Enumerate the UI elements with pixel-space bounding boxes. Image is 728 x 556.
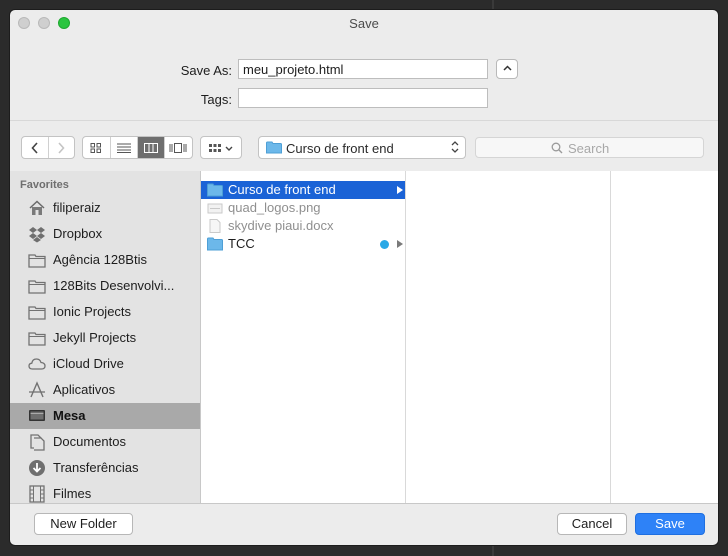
column-browser: Curso de front end quad_logos.png skydiv… bbox=[201, 171, 718, 503]
title-bar: Save bbox=[10, 10, 718, 36]
new-folder-button[interactable]: New Folder bbox=[34, 513, 133, 535]
tags-label: Tags: bbox=[200, 92, 232, 107]
save-button[interactable]: Save bbox=[635, 513, 705, 535]
coverflow-view-button[interactable] bbox=[165, 137, 192, 158]
sidebar-item-label: Dropbox bbox=[53, 226, 103, 241]
movies-icon bbox=[29, 485, 45, 503]
sidebar-item-agencia[interactable]: Agência 128Btis bbox=[10, 247, 200, 273]
chevron-left-icon bbox=[31, 141, 38, 154]
sidebar-item-label: 128Bits Desenvolvi... bbox=[53, 278, 175, 293]
dropbox-icon bbox=[29, 227, 45, 243]
folder-icon bbox=[207, 183, 223, 197]
cancel-button[interactable]: Cancel bbox=[557, 513, 627, 535]
sidebar-item-label: Mesa bbox=[53, 408, 86, 423]
bottom-separator bbox=[10, 503, 718, 504]
column-view-button[interactable] bbox=[138, 137, 165, 158]
arrange-seg bbox=[201, 137, 241, 158]
sidebar-item-label: Documentos bbox=[53, 434, 126, 449]
sidebar: Favorites filiperaiz Dropbox Agência 128… bbox=[10, 171, 201, 503]
applications-icon bbox=[29, 381, 45, 398]
list-view-button[interactable] bbox=[111, 137, 138, 158]
sidebar-item-label: Aplicativos bbox=[53, 382, 116, 397]
sidebar-item-ionic-projects[interactable]: Ionic Projects bbox=[10, 299, 200, 325]
documents-icon bbox=[30, 434, 45, 451]
file-row-curso-de-front-end[interactable]: Curso de front end bbox=[201, 181, 405, 199]
arrange-icon bbox=[209, 143, 233, 152]
window-title: Save bbox=[349, 16, 379, 31]
sidebar-item-filmes[interactable]: Filmes bbox=[10, 481, 200, 503]
folder-icon bbox=[266, 141, 282, 154]
desktop-icon bbox=[29, 410, 45, 421]
back-button[interactable] bbox=[22, 137, 49, 158]
sidebar-item-label: Transferências bbox=[53, 460, 139, 475]
column-divider bbox=[405, 171, 406, 503]
chevron-up-icon bbox=[503, 65, 512, 71]
sidebar-item-128bits[interactable]: 128Bits Desenvolvi... bbox=[10, 273, 200, 299]
sidebar-item-icloud-drive[interactable]: iCloud Drive bbox=[10, 351, 200, 377]
sidebar-item-label: Filmes bbox=[53, 486, 92, 501]
home-icon bbox=[29, 200, 45, 215]
search-icon bbox=[551, 142, 563, 154]
file-name: quad_logos.png bbox=[228, 200, 321, 215]
file-row-skydive-piaui[interactable]: skydive piaui.docx bbox=[201, 217, 405, 235]
list-icon bbox=[116, 143, 131, 153]
sidebar-item-label: iCloud Drive bbox=[53, 356, 124, 371]
file-name: TCC bbox=[228, 236, 255, 251]
view-mode-selector bbox=[82, 136, 193, 159]
sidebar-item-label: Ionic Projects bbox=[53, 304, 132, 319]
document-file-icon bbox=[209, 219, 221, 233]
location-popup[interactable]: Curso de front end bbox=[258, 136, 466, 159]
color-tag-dot bbox=[380, 240, 389, 249]
coverflow-icon bbox=[169, 142, 187, 153]
sidebar-item-filiperaiz[interactable]: filiperaiz bbox=[10, 195, 200, 221]
save-as-field[interactable]: meu_projeto.html bbox=[238, 59, 488, 79]
grid-icon bbox=[90, 142, 102, 153]
folder-icon bbox=[28, 280, 46, 294]
sidebar-item-documentos[interactable]: Documentos bbox=[10, 429, 200, 455]
folder-icon bbox=[28, 306, 46, 320]
cloud-icon bbox=[28, 358, 46, 370]
columns-icon bbox=[143, 142, 158, 153]
folder-icon bbox=[207, 237, 223, 251]
file-name: skydive piaui.docx bbox=[228, 218, 334, 233]
search-placeholder: Search bbox=[568, 141, 610, 156]
search-input[interactable]: Search bbox=[475, 137, 704, 158]
save-as-label: Save As: bbox=[180, 63, 232, 78]
downloads-icon bbox=[29, 460, 45, 476]
folder-icon bbox=[28, 332, 46, 346]
toolbar-separator bbox=[10, 120, 718, 121]
disclosure-arrow-icon bbox=[397, 186, 403, 194]
tags-field[interactable] bbox=[238, 88, 488, 108]
sidebar-item-jekyll-projects[interactable]: Jekyll Projects bbox=[10, 325, 200, 351]
arrange-menu-button[interactable] bbox=[200, 136, 242, 159]
sidebar-item-label: Jekyll Projects bbox=[53, 330, 137, 345]
save-dialog: Save Save As: meu_projeto.html Tags: Cur… bbox=[10, 10, 718, 545]
favorites-heading: Favorites bbox=[20, 179, 69, 191]
forward-button[interactable] bbox=[49, 137, 75, 158]
sidebar-item-dropbox[interactable]: Dropbox bbox=[10, 221, 200, 247]
sidebar-item-aplicativos[interactable]: Aplicativos bbox=[10, 377, 200, 403]
sidebar-item-mesa[interactable]: Mesa bbox=[10, 403, 200, 429]
navigation-buttons bbox=[21, 136, 75, 159]
sidebar-item-transferencias[interactable]: Transferências bbox=[10, 455, 200, 481]
sidebar-item-label: filiperaiz bbox=[53, 200, 101, 215]
location-label: Curso de front end bbox=[286, 141, 394, 156]
column-divider bbox=[610, 171, 611, 503]
chevron-right-icon bbox=[58, 141, 65, 154]
expand-dialog-button[interactable] bbox=[496, 59, 518, 79]
image-file-icon bbox=[207, 203, 223, 214]
disclosure-arrow-icon bbox=[397, 240, 403, 248]
sidebar-item-label: Agência 128Btis bbox=[53, 252, 147, 267]
updown-chevron-icon bbox=[451, 141, 459, 153]
file-row-tcc[interactable]: TCC bbox=[201, 235, 405, 253]
folder-icon bbox=[28, 254, 46, 268]
file-row-quad-logos[interactable]: quad_logos.png bbox=[201, 199, 405, 217]
icon-view-button[interactable] bbox=[83, 137, 111, 158]
file-name: Curso de front end bbox=[228, 182, 336, 197]
